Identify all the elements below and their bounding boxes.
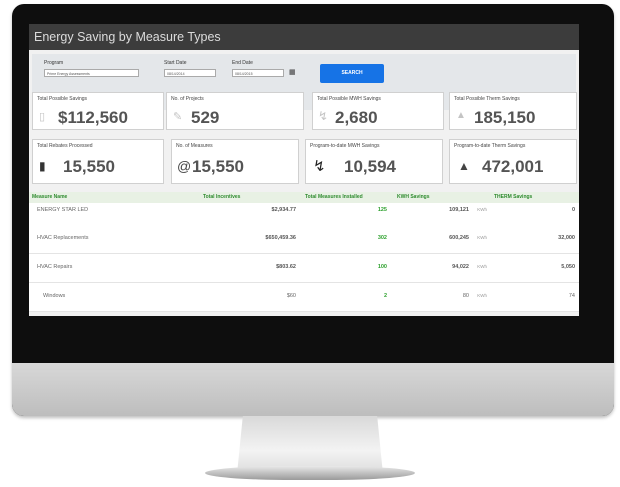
cell-therm: 32,000 xyxy=(558,235,575,241)
cell-therm: 74 xyxy=(568,293,575,299)
kpi-label: Program-to-date MWH Savings xyxy=(310,143,380,149)
cell-incentives: $2,934.77 xyxy=(271,207,296,213)
kpi-label: No. of Projects xyxy=(171,96,204,102)
cell-kwh: 80 xyxy=(462,293,469,299)
table-row[interactable]: HVAC Replacements $650,459.36 302 600,24… xyxy=(29,225,579,254)
kpi-label: Total Possible Savings xyxy=(37,96,88,102)
search-button[interactable]: SEARCH xyxy=(320,64,384,83)
flame-icon: ▲ xyxy=(456,110,466,121)
col-therm-savings[interactable]: THERM Savings xyxy=(494,194,532,200)
lightning-icon: ↯ xyxy=(313,158,326,175)
cell-measures: 100 xyxy=(377,264,387,270)
program-label: Program xyxy=(44,60,64,66)
kpi-total-rebates-processed: Total Rebates Processed ▮ 15,550 xyxy=(32,139,164,184)
program-select[interactable]: Prime Energy Assessments xyxy=(44,69,139,77)
start-date-label: Start Date xyxy=(164,60,187,66)
kpi-no-of-projects: No. of Projects ✎ 529 xyxy=(166,92,304,130)
end-date-label: End Date xyxy=(232,60,253,66)
kpi-value: $112,560 xyxy=(58,108,128,127)
at-icon: @ xyxy=(177,158,192,174)
thumbs-up-icon: ✎ xyxy=(173,111,183,123)
kpi-value: 15,550 xyxy=(192,157,244,176)
cell-measures: 302 xyxy=(377,235,387,241)
kpi-label: Total Possible Therm Savings xyxy=(454,96,520,102)
kpi-value: 2,680 xyxy=(335,108,378,127)
money-icon: ▯ xyxy=(39,111,46,123)
cell-kwh-unit: KWh xyxy=(477,293,487,298)
kpi-label: No. of Measures xyxy=(176,143,213,149)
kpi-label: Total Possible MWH Savings xyxy=(317,96,381,102)
cell-incentives: $803.62 xyxy=(276,264,296,270)
cell-measure-name: HVAC Replacements xyxy=(37,235,89,241)
start-date-input[interactable]: 08/14/2014 xyxy=(164,69,216,77)
table-row[interactable]: HVAC Repairs $803.62 100 94,022 KWh 5,05… xyxy=(29,254,579,283)
kpi-value: 472,001 xyxy=(482,157,544,176)
end-date-input[interactable]: 08/14/2015 xyxy=(232,69,284,77)
kpi-program-to-date-therm: Program-to-date Therm Savings ▲ 472,001 xyxy=(449,139,577,184)
cell-measure-name: Windows xyxy=(43,293,66,299)
cell-kwh-unit: KWh xyxy=(477,235,487,240)
cell-therm: 5,050 xyxy=(561,264,575,270)
app-title: Energy Saving by Measure Types xyxy=(29,24,579,50)
cell-kwh-unit: KWh xyxy=(477,264,487,269)
col-kwh-savings[interactable]: KWH Savings xyxy=(397,194,430,200)
cell-therm: 0 xyxy=(571,207,575,213)
cell-kwh: 94,022 xyxy=(452,264,469,270)
lightning-icon: ↯ xyxy=(318,109,329,123)
col-measure-name[interactable]: Measure Name xyxy=(32,194,67,200)
money-icon: ▮ xyxy=(39,159,46,173)
kpi-total-possible-savings: Total Possible Savings ▯ $112,560 xyxy=(32,92,164,130)
kpi-label: Total Rebates Processed xyxy=(37,143,93,149)
cell-kwh: 600,245 xyxy=(449,235,469,241)
cell-incentives: $650,459.36 xyxy=(265,235,296,241)
calendar-icon[interactable]: ▦ xyxy=(289,68,296,76)
kpi-total-possible-mwh: Total Possible MWH Savings ↯ 2,680 xyxy=(312,92,444,130)
col-total-measures[interactable]: Total Measures Installed xyxy=(305,194,363,200)
flame-icon: ▲ xyxy=(458,159,470,173)
col-total-incentives[interactable]: Total Incentives xyxy=(203,194,240,200)
kpi-label: Program-to-date Therm Savings xyxy=(454,143,526,149)
kpi-total-possible-therm: Total Possible Therm Savings ▲ 185,150 xyxy=(449,92,577,130)
screen: Energy Saving by Measure Types Program P… xyxy=(29,24,579,316)
kpi-value: 15,550 xyxy=(63,157,115,176)
monitor-base xyxy=(205,466,415,480)
kpi-value: 529 xyxy=(191,108,220,127)
cell-incentives: $60 xyxy=(286,293,296,299)
cell-measure-name: HVAC Repairs xyxy=(37,264,73,270)
kpi-value: 10,594 xyxy=(344,157,396,176)
kpi-program-to-date-mwh: Program-to-date MWH Savings ↯ 10,594 xyxy=(305,139,443,184)
cell-measures: 125 xyxy=(377,207,387,213)
kpi-value: 185,150 xyxy=(474,108,536,127)
cell-kwh-unit: KWh xyxy=(477,207,487,212)
cell-measure-name: ENERGY STAR LED xyxy=(37,207,89,213)
monitor-chin xyxy=(12,363,614,416)
table-row[interactable]: Windows $60 2 80 KWh 74 xyxy=(29,283,579,312)
cell-measures: 2 xyxy=(383,293,387,299)
table-header: Measure Name Total Incentives Total Meas… xyxy=(29,192,579,203)
kpi-no-of-measures: No. of Measures @ 15,550 xyxy=(171,139,299,184)
cell-kwh: 109,121 xyxy=(449,207,469,213)
